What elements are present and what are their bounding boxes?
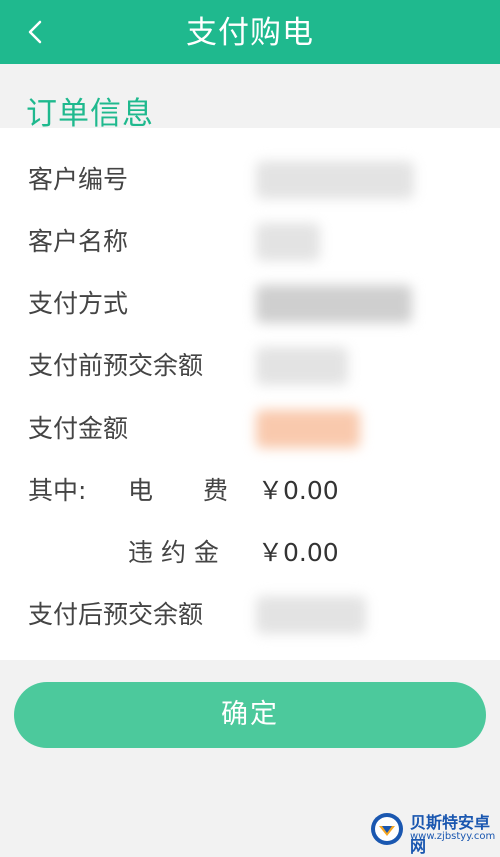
customer-number-row: 客户编号 [0,158,500,202]
order-info-card: 客户编号 客户名称 支付方式 支付前预交余额 支付金额 其中: 电 费 ￥0.0… [0,128,500,660]
payment-method-label: 支付方式 [28,289,129,318]
payment-amount-value-redacted [256,410,360,448]
card-top-edge [0,128,500,136]
electricity-fee-label: 电 费 [128,476,229,505]
section-title-order-info: 订单信息 [26,96,154,132]
balance-before-value-redacted [256,347,348,385]
customer-name-value-redacted [256,223,320,261]
page-title: 支付购电 [186,15,314,51]
balance-after-row: 支付后预交余额 [0,593,500,637]
top-bar: 支付购电 [0,0,500,64]
penalty-row: 违 约 金 ￥0.00 [0,531,500,575]
payment-amount-label: 支付金额 [28,414,129,443]
payment-method-value-redacted [256,285,412,323]
watermark-url: www.zjbstyy.com [410,831,496,842]
balance-before-row: 支付前预交余额 [0,344,500,388]
payment-method-row: 支付方式 [0,282,500,326]
balance-after-value-redacted [256,596,366,634]
electricity-fee-row: 其中: 电 费 ￥0.00 [0,469,500,513]
penalty-value: ￥0.00 [258,538,339,567]
balance-after-label: 支付后预交余额 [28,600,204,629]
watermark-logo-icon [371,813,403,845]
customer-number-value-redacted [256,161,414,199]
customer-name-row: 客户名称 [0,220,500,264]
penalty-label: 违 约 金 [128,538,219,567]
payment-amount-row: 支付金额 [0,407,500,451]
card-bottom-edge [0,652,500,660]
customer-number-label: 客户编号 [28,165,129,194]
electricity-fee-value: ￥0.00 [258,476,339,505]
confirm-button[interactable]: 确定 [14,682,486,748]
customer-name-label: 客户名称 [28,227,129,256]
balance-before-label: 支付前预交余额 [28,351,204,380]
breakdown-label: 其中: [28,476,87,505]
